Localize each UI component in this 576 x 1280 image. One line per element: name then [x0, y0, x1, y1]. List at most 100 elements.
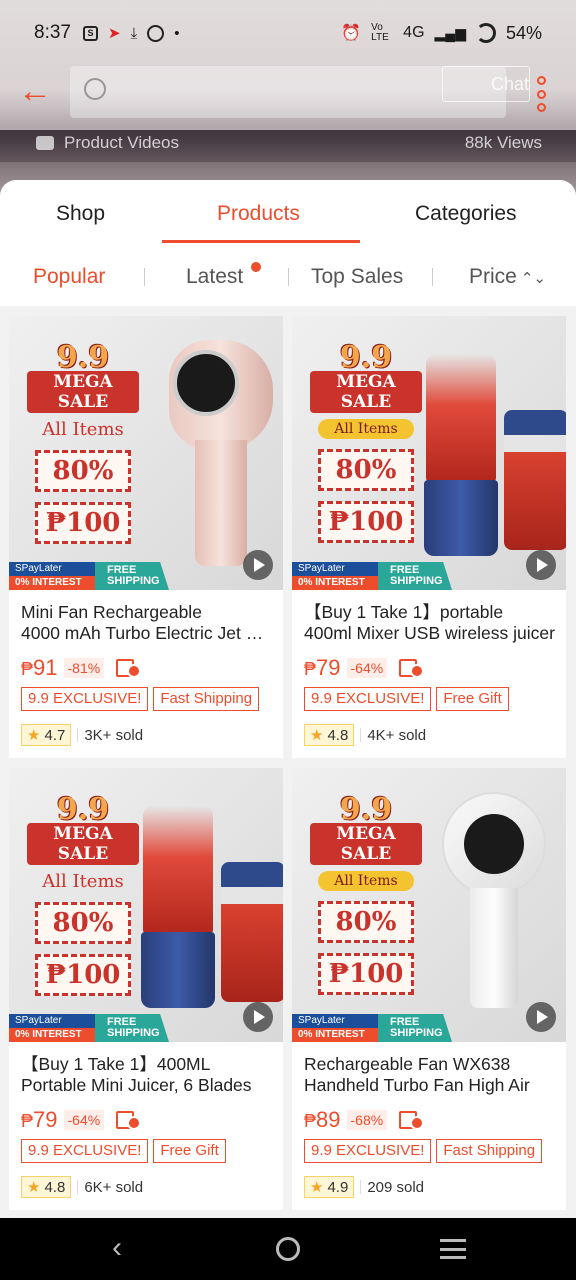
spaylater-label: SPayLater [292, 1014, 388, 1028]
product-title-line: 【Buy 1 Take 1】400ML [21, 1054, 211, 1074]
promo-sale-number: 9.9 [56, 340, 110, 375]
product-title-line: Mini Fan Rechargeable [21, 602, 202, 622]
rating-badge: ★ 4.8 [21, 1176, 72, 1198]
sort-divider [288, 268, 289, 286]
rating-divider [77, 728, 79, 742]
video-play-icon[interactable] [243, 550, 273, 580]
signal-icon: ▂▄▆ [434, 24, 466, 41]
free-shipping-label: FREE SHIPPING [378, 562, 452, 590]
sort-top-sales[interactable]: Top Sales [311, 265, 403, 289]
tab-categories[interactable]: Categories [415, 202, 517, 226]
price-row: ₱91 -81% [21, 655, 273, 681]
product-title-line: 4000 mAh Turbo Electric Jet Fan [21, 623, 273, 643]
rating-value: 4.7 [44, 726, 66, 744]
promo-all-items: All Items [42, 871, 124, 892]
rating-value: 4.9 [327, 1178, 349, 1196]
sort-bar: Popular Latest Top Sales Price ⌃⌄ [0, 252, 576, 302]
volte-icon: Vo LTE [371, 22, 389, 43]
promo-mega-sale: MEGA SALE [310, 823, 422, 865]
gift-tag: Free Gift [436, 687, 509, 711]
promo-off-percent: 80% [318, 449, 414, 491]
star-icon: ★ [310, 1179, 324, 1196]
nav-recents-icon[interactable] [440, 1239, 466, 1259]
more-dot-icon: • [174, 24, 180, 42]
price-row: ₱79 -64% [304, 655, 556, 681]
currency-symbol: ₱ [21, 1111, 34, 1131]
product-price: ₱79 [21, 1107, 58, 1133]
rating-badge: ★ 4.9 [304, 1176, 355, 1198]
product-card[interactable]: 9.9 MEGA SALE All Items 80% ₱100 SPayLat… [292, 316, 566, 758]
cod-verified-icon [399, 658, 425, 678]
rating-row: ★ 4.8 6K+ sold [21, 1175, 273, 1199]
star-icon: ★ [27, 1179, 41, 1196]
product-card[interactable]: 9.9 MEGA SALE All Items 80% ₱100 SPayLat… [292, 768, 566, 1210]
sort-divider [144, 268, 145, 286]
product-card[interactable]: 9.9 MEGA SALE All Items 80% ₱100 SPayLat… [9, 316, 283, 758]
zero-interest-label: 0% INTEREST [292, 1028, 388, 1042]
zero-interest-label: 0% INTEREST [9, 1028, 105, 1042]
battery-icon [475, 23, 496, 43]
video-play-icon[interactable] [526, 1002, 556, 1032]
product-image: 9.9 MEGA SALE All Items 80% ₱100 SPayLat… [9, 316, 283, 590]
video-play-icon[interactable] [526, 550, 556, 580]
product-info: 【Buy 1 Take 1】portable 400ml Mixer USB w… [304, 602, 556, 747]
tab-shop[interactable]: Shop [56, 202, 105, 226]
exclusive-tag: 9.9 EXCLUSIVE! [304, 1139, 432, 1163]
rating-badge: ★ 4.8 [304, 724, 355, 746]
shipping-tag: Fast Shipping [153, 687, 260, 711]
product-price: ₱91 [21, 655, 58, 681]
sort-price[interactable]: Price ⌃⌄ [469, 265, 546, 289]
spaylater-banner: SPayLater 0% INTEREST FREE SHIPPING [292, 562, 452, 590]
status-system-icons: ⏰ Vo LTE 4G ▂▄▆ 54% [341, 23, 542, 44]
shop-tabs-panel: Shop Products Categories Popular Latest … [0, 180, 576, 306]
product-title: 【Buy 1 Take 1】400ML Portable Mini Juicer… [21, 1054, 273, 1096]
price-value: 79 [33, 1107, 58, 1132]
promo-all-items: All Items [318, 419, 414, 439]
cod-verified-icon [116, 1110, 142, 1130]
rating-value: 4.8 [327, 726, 349, 744]
price-value: 79 [316, 655, 341, 680]
spaylater-banner: SPayLater 0% INTEREST FREE SHIPPING [9, 562, 169, 590]
more-options-icon[interactable] [534, 76, 548, 112]
promo-badge: 9.9 MEGA SALE All Items 80% ₱100 [27, 340, 139, 544]
shop-tabs: Shop Products Categories [0, 180, 576, 246]
promo-badge: 9.9 MEGA SALE All Items 80% ₱100 [310, 340, 422, 543]
spaylater-label: SPayLater [9, 1014, 105, 1028]
tab-products[interactable]: Products [217, 202, 300, 226]
chat-button[interactable]: Chat [442, 66, 530, 102]
video-play-icon[interactable] [243, 1002, 273, 1032]
nav-back-icon[interactable]: ‹ [112, 1233, 136, 1264]
product-title: 【Buy 1 Take 1】portable 400ml Mixer USB w… [304, 602, 556, 644]
product-info: 【Buy 1 Take 1】400ML Portable Mini Juicer… [21, 1054, 273, 1199]
tag-row: 9.9 EXCLUSIVE! Free Gift [21, 1139, 273, 1163]
nav-home-icon[interactable] [276, 1237, 300, 1261]
network-type: 4G [403, 24, 425, 41]
promo-off-amount: ₱100 [318, 953, 414, 995]
back-arrow-icon[interactable]: ← [18, 74, 58, 110]
product-card[interactable]: 9.9 MEGA SALE All Items 80% ₱100 SPayLat… [9, 768, 283, 1210]
product-image: 9.9 MEGA SALE All Items 80% ₱100 SPayLat… [9, 768, 283, 1042]
new-items-dot [251, 262, 261, 272]
promo-off-percent: 80% [318, 901, 414, 943]
discount-badge: -64% [346, 658, 388, 678]
tag-row: 9.9 EXCLUSIVE! Fast Shipping [304, 1139, 556, 1163]
search-bar[interactable] [70, 66, 506, 118]
product-videos-views: 88k Views [464, 133, 542, 152]
free-shipping-label: FREE SHIPPING [95, 562, 169, 590]
sort-popular[interactable]: Popular [33, 265, 105, 289]
sold-count: 3K+ sold [84, 726, 144, 744]
product-videos-row[interactable]: Product Videos 88k Views [0, 128, 576, 158]
system-nav-bar: ‹ [0, 1218, 576, 1280]
sort-latest[interactable]: Latest [186, 265, 243, 289]
shipping-tag: Fast Shipping [436, 1139, 543, 1163]
free-shipping-label: FREE SHIPPING [95, 1014, 169, 1042]
sold-count: 6K+ sold [84, 1178, 144, 1196]
alarm-icon: ⏰ [341, 25, 362, 42]
rating-row: ★ 4.9 209 sold [304, 1175, 556, 1199]
product-title-line: Rechargeable Fan WX638 [304, 1054, 511, 1074]
product-title-line: 【Buy 1 Take 1】portable [304, 602, 504, 622]
promo-sale-number: 9.9 [56, 792, 110, 827]
exclusive-tag: 9.9 EXCLUSIVE! [304, 687, 432, 711]
sort-price-label: Price [469, 265, 517, 288]
red-app-notification-icon: ➤ [107, 25, 121, 42]
